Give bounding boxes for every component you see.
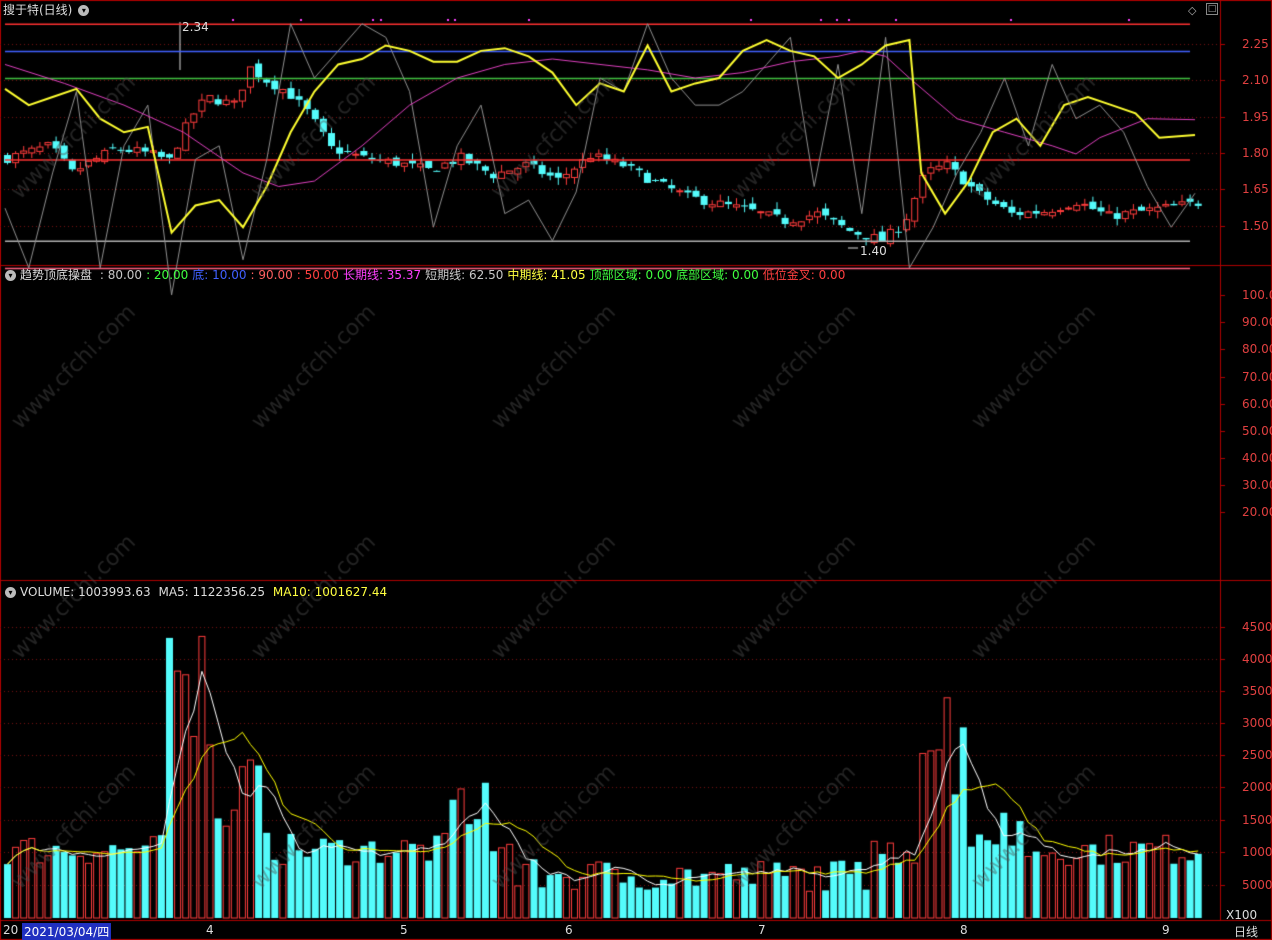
chevron-down-icon[interactable]: ▾ (78, 5, 90, 16)
axis-tick-label: 2.10 (1242, 73, 1269, 87)
axis-tick-label: 80.00 (1242, 342, 1272, 356)
month-label: 8 (960, 923, 968, 937)
axis-tick-label: 40.00 (1242, 451, 1272, 465)
axis-tick-label: 10000 (1242, 845, 1272, 859)
month-label: 5 (400, 923, 408, 937)
indicator-param: : 20.00 (146, 268, 189, 282)
axis-tick-label: 60.00 (1242, 397, 1272, 411)
stock-title[interactable]: 搜于特(日线) (3, 3, 72, 17)
diamond-icon[interactable]: ◇ (1188, 4, 1196, 17)
indicator-param: : 80.00 (99, 268, 143, 282)
month-label: 9 (1162, 923, 1170, 937)
chevron-down-icon[interactable]: ▾ (5, 270, 16, 281)
low-label: 1.40 (860, 244, 887, 258)
month-label: 4 (206, 923, 214, 937)
axis-tick-label: 20.00 (1242, 505, 1272, 519)
axis-tick-label: 40000 (1242, 652, 1272, 666)
pane-header-indicator: ▾ 趋势顶底操盘 : 80.00: 20.00 底: 10.00: 90.00: 5… (3, 268, 853, 282)
indicator-param: 低位金叉: 0.00 (762, 268, 846, 282)
high-label: 2.34 (182, 20, 209, 34)
stock-chart-canvas[interactable] (0, 0, 1272, 940)
indicator-param: 顶部区域: 0.00 (589, 268, 673, 282)
indicator-name[interactable]: 趋势顶底操盘 (20, 268, 92, 282)
axis-tick-label: 45000 (1242, 620, 1272, 634)
indicator-params: : 80.00: 20.00 底: 10.00: 90.00: 50.00 长期线:… (100, 268, 849, 282)
indicator-param: : 50.00 (296, 268, 339, 282)
ma5-label: MA5: 1122356.25 (158, 585, 266, 599)
pane-header-price: 搜于特(日线) ▾ (3, 3, 93, 17)
axis-tick-label: 35000 (1242, 684, 1272, 698)
axis-tick-label: 50.00 (1242, 424, 1272, 438)
axis-tick-label: 25000 (1242, 748, 1272, 762)
indicator-param: 短期线: 62.50 (425, 268, 504, 282)
chevron-down-icon[interactable]: ▾ (5, 587, 16, 598)
axis-tick-label: 1.50 (1242, 219, 1269, 233)
axis-tick-label: 1.65 (1242, 182, 1269, 196)
volume-unit: X100 (1226, 908, 1258, 922)
period-label[interactable]: 日线 (1234, 923, 1258, 940)
axis-tick-label: 30.00 (1242, 478, 1272, 492)
axis-tick-label: 100.0 (1242, 288, 1272, 302)
axis-tick-label: 2.25 (1242, 37, 1269, 51)
axis-tick-label: 1.80 (1242, 146, 1269, 160)
axis-tick-label: 1.95 (1242, 110, 1269, 124)
window-toggle-icon[interactable]: □ (1206, 3, 1218, 15)
indicator-param: 底: 10.00 (192, 268, 247, 282)
indicator-param: : 90.00 (250, 268, 293, 282)
x-axis-start: 20 (3, 923, 19, 937)
indicator-param: 中期线: 41.05 (507, 268, 586, 282)
ma10-label: MA10: 1001627.44 (272, 585, 388, 599)
axis-tick-label: 90.00 (1242, 315, 1272, 329)
month-label: 7 (758, 923, 766, 937)
indicator-param: 底部区域: 0.00 (676, 268, 759, 282)
volume-label: VOLUME: 1003993.63 (20, 585, 151, 599)
pane-header-volume: ▾ VOLUME: 1003993.63 MA5: 1122356.25 MA10… (3, 585, 391, 599)
month-label: 6 (565, 923, 573, 937)
cursor-date: 2021/03/04/四 (22, 923, 112, 940)
axis-tick-label: 70.00 (1242, 370, 1272, 384)
axis-tick-label: 5000 (1242, 878, 1272, 892)
axis-tick-label: 20000 (1242, 780, 1272, 794)
axis-tick-label: 30000 (1242, 716, 1272, 730)
axis-tick-label: 15000 (1242, 813, 1272, 827)
indicator-param: 长期线: 35.37 (342, 268, 422, 282)
